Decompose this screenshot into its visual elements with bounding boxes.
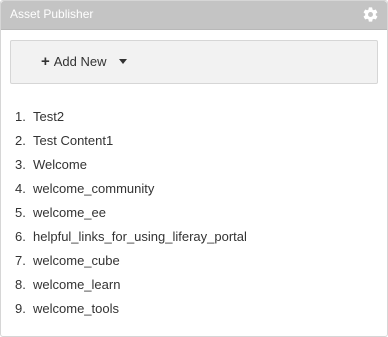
toolbar: + Add New xyxy=(10,40,378,84)
list-number: 6. xyxy=(15,228,26,244)
list-item: 9. welcome_tools xyxy=(15,296,247,320)
plus-icon: + xyxy=(41,53,50,70)
list-item: 2. Test Content1 xyxy=(15,128,247,152)
asset-link[interactable]: Welcome xyxy=(33,157,87,172)
list-number: 1. xyxy=(15,108,26,124)
add-new-button[interactable]: + Add New xyxy=(41,54,127,69)
asset-link[interactable]: welcome_tools xyxy=(33,301,119,316)
list-item: 6. helpful_links_for_using_liferay_portal xyxy=(15,224,247,248)
asset-link[interactable]: helpful_links_for_using_liferay_portal xyxy=(33,229,247,244)
gear-icon[interactable] xyxy=(362,6,379,23)
list-number: 7. xyxy=(15,252,26,268)
asset-link[interactable]: Test Content1 xyxy=(33,133,113,148)
asset-link[interactable]: welcome_community xyxy=(33,181,154,196)
caret-down-icon xyxy=(118,59,127,64)
list-item: 7. welcome_cube xyxy=(15,248,247,272)
asset-publisher-portlet: Asset Publisher + Add New 1. Test2 2. Test… xyxy=(0,0,388,337)
portlet-header: Asset Publisher xyxy=(1,1,387,30)
list-number: 5. xyxy=(15,204,26,220)
list-number: 2. xyxy=(15,132,26,148)
list-item: 5. welcome_ee xyxy=(15,200,247,224)
list-item: 1. Test2 xyxy=(15,104,247,128)
asset-link[interactable]: welcome_cube xyxy=(33,253,120,268)
asset-link[interactable]: Test2 xyxy=(33,109,64,124)
list-item: 4. welcome_community xyxy=(15,176,247,200)
asset-link[interactable]: welcome_ee xyxy=(33,205,106,220)
list-number: 8. xyxy=(15,276,26,292)
list-number: 4. xyxy=(15,180,26,196)
list-number: 3. xyxy=(15,156,26,172)
list-number: 9. xyxy=(15,300,26,316)
list-item: 8. welcome_learn xyxy=(15,272,247,296)
add-new-label: Add New xyxy=(53,54,107,69)
asset-link[interactable]: welcome_learn xyxy=(33,277,120,292)
asset-list: 1. Test2 2. Test Content1 3. Welcome 4. welc… xyxy=(15,104,247,320)
portlet-title: Asset Publisher xyxy=(10,7,94,21)
list-item: 3. Welcome xyxy=(15,152,247,176)
